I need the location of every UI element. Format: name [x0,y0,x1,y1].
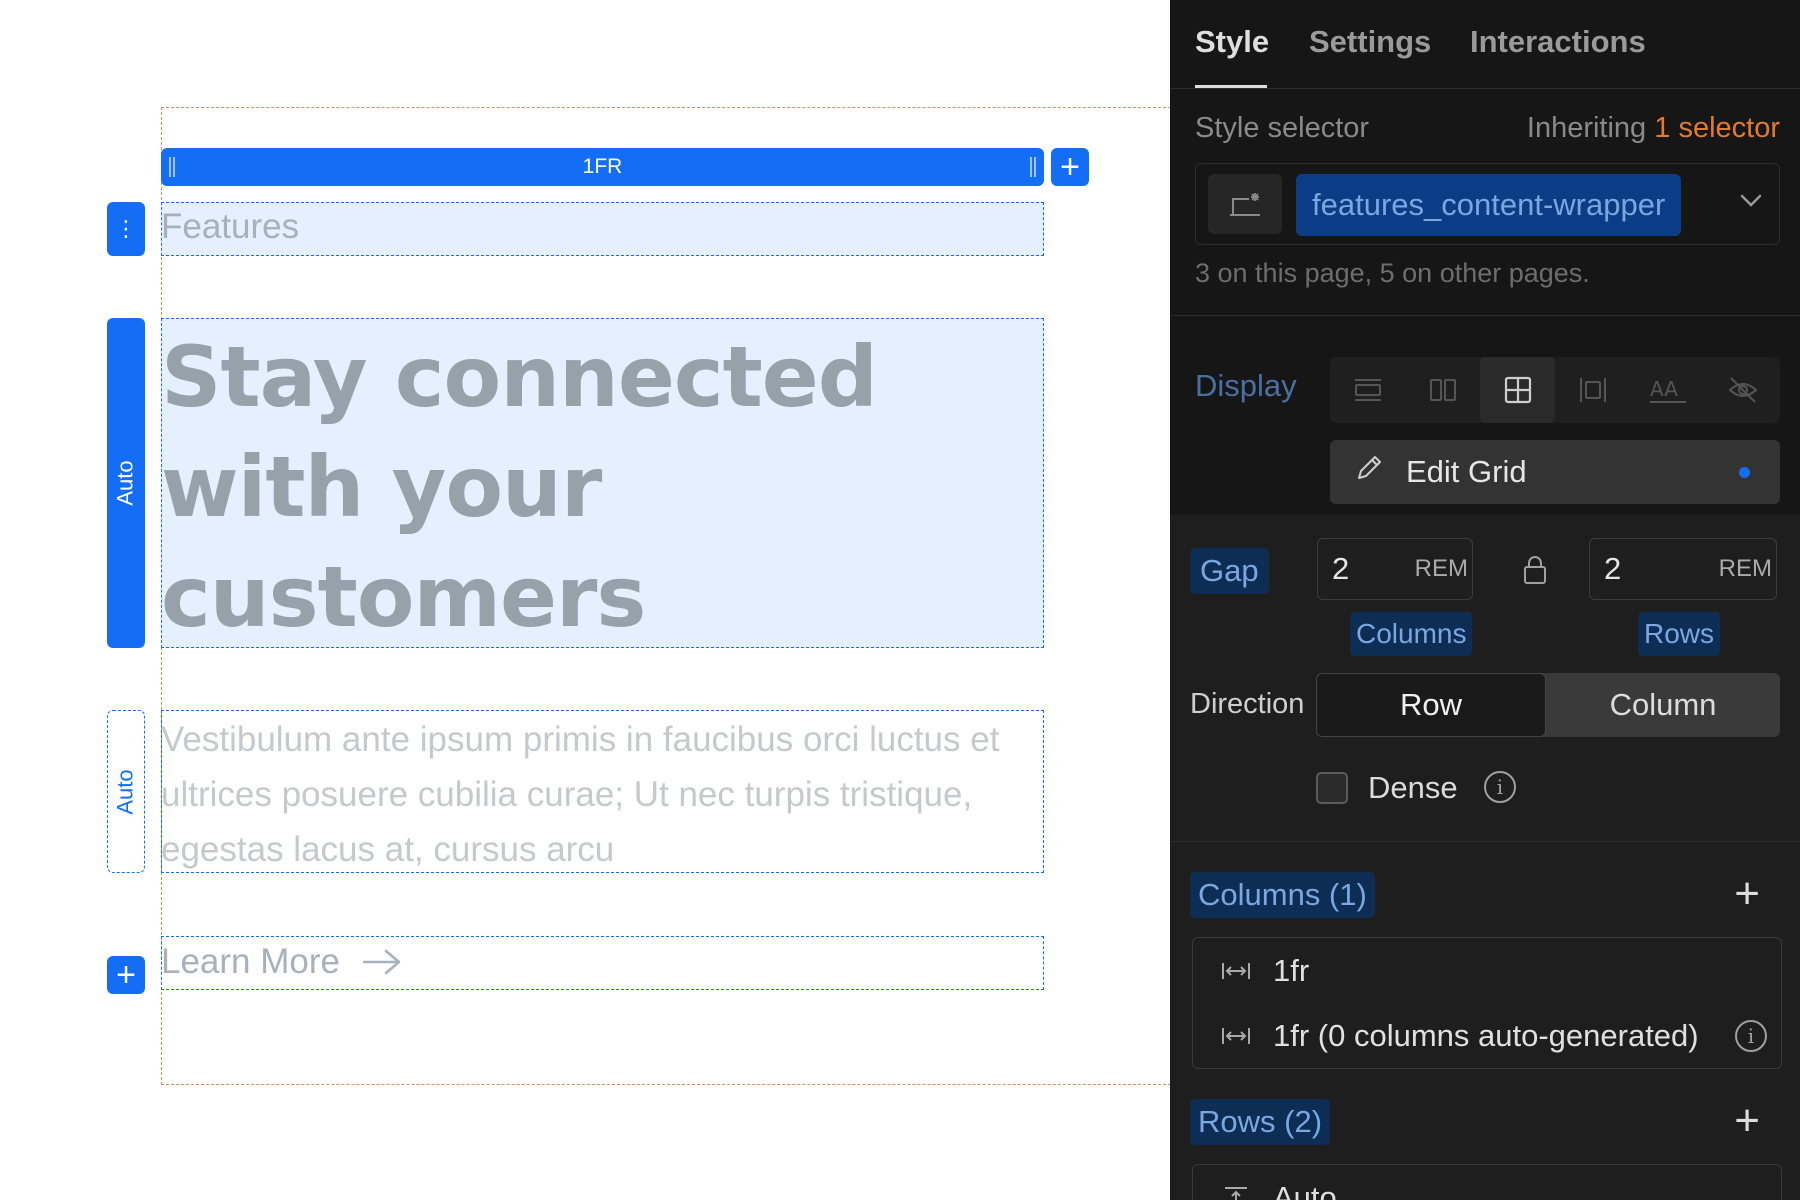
more-vertical-icon: ⋮ [115,216,137,241]
learn-more-link[interactable]: Learn More [161,942,402,982]
rows-list: Auto [1192,1164,1782,1200]
column-resize-handle-left[interactable] [169,157,175,177]
column-track-value: 1fr (0 columns auto-generated) [1273,1018,1699,1053]
learn-more-label: Learn More [161,942,340,981]
vertical-size-icon [1225,1187,1247,1200]
inheriting-info: Inheriting 1 selector [1527,112,1780,145]
direction-toggle: Row Column [1316,673,1780,737]
column-track-item[interactable]: 1fr (0 columns auto-generated) i [1193,1011,1781,1061]
class-chip[interactable]: features_content-wrapper [1296,174,1682,236]
style-panel: Style Settings Interactions Style select… [1170,0,1800,1200]
hero-heading: Stay connected with your customers [161,328,878,646]
gap-label: Gap [1190,548,1269,594]
display-inline-button[interactable]: AA [1630,357,1705,423]
column-track-value: 1fr [1273,953,1310,988]
selector-usage-note: 3 on this page, 5 on other pages. [1195,258,1590,288]
column-track-label: 1FR [582,155,623,178]
tab-settings[interactable]: Settings [1309,24,1431,60]
plus-icon: + [1060,148,1080,186]
display-flex-icon [1429,379,1456,401]
horizontal-resize-icon [1222,963,1250,979]
display-inline-block-icon [1579,378,1606,402]
divider [1170,841,1800,842]
row-handle-1[interactable]: ⋮ [107,202,145,256]
chevron-down-icon[interactable] [1737,186,1765,219]
row-handle-3[interactable]: Auto [107,710,145,873]
add-row-button[interactable]: + [107,956,145,994]
column-resize-handle-right[interactable] [1030,157,1036,177]
selector-field[interactable]: features_content-wrapper [1195,163,1780,245]
display-label: Display [1195,368,1297,403]
row-size-label: Auto [113,460,139,506]
pencil-icon [1354,453,1384,491]
inheriting-prefix: Inheriting [1526,112,1647,144]
row-handle-2[interactable]: Auto [107,318,145,648]
dense-label: Dense [1368,770,1458,805]
row-size-label: Auto [113,768,139,815]
edit-grid-label: Edit Grid [1406,454,1527,489]
column-track-item[interactable]: 1fr [1193,946,1781,996]
columns-header: Columns (1) [1190,872,1375,918]
svg-text:AA: AA [1650,377,1678,401]
display-inline-block-button[interactable] [1555,357,1630,423]
display-inline-icon: AA [1649,377,1686,403]
info-icon[interactable]: i [1735,1020,1767,1052]
eye-off-icon [1728,377,1757,403]
gap-rows-field[interactable]: 2 REM [1589,538,1777,600]
direction-row-button[interactable]: Row [1316,673,1546,737]
dense-checkbox[interactable] [1316,772,1348,804]
divider [1170,88,1800,89]
row-track-item[interactable]: Auto [1193,1173,1781,1200]
gap-rows-unit[interactable]: REM [1719,555,1772,583]
display-block-button[interactable] [1330,357,1405,423]
style-selector-label: Style selector [1195,112,1370,144]
add-row-track-button[interactable]: + [1734,1099,1760,1143]
lock-icon[interactable] [1522,554,1548,591]
tab-interactions[interactable]: Interactions [1470,24,1646,60]
column-track-bar[interactable]: 1FR [161,148,1044,186]
display-grid-icon [1504,376,1531,404]
tab-style[interactable]: Style [1195,24,1269,60]
rows-header: Rows (2) [1190,1099,1331,1145]
columns-list: 1fr 1fr (0 columns auto-generated) i [1192,937,1782,1069]
display-grid-button[interactable] [1480,357,1555,423]
display-options: AA [1330,357,1780,423]
gap-columns-unit[interactable]: REM [1415,555,1468,583]
display-block-icon [1354,379,1381,401]
designer-canvas: 1FR + ⋮ Auto Auto + Features Stay connec… [0,0,1170,1200]
add-column-button[interactable]: + [1051,148,1089,186]
gap-columns-label: Columns [1350,612,1473,656]
row-track-value: Auto [1273,1180,1337,1200]
display-flex-button[interactable] [1405,357,1480,423]
gap-rows-label: Rows [1638,612,1721,656]
gap-columns-field[interactable]: 2 REM [1317,538,1473,600]
edit-grid-button[interactable]: Edit Grid [1330,440,1780,504]
hero-paragraph: Vestibulum ante ipsum primis in faucibus… [161,720,1000,869]
inheriting-count-link[interactable]: 1 selector [1654,112,1780,144]
direction-column-button[interactable]: Column [1546,673,1780,737]
horizontal-resize-icon [1222,1028,1250,1044]
divider [1170,315,1800,316]
element-state-icon[interactable] [1208,174,1282,234]
display-none-button[interactable] [1705,357,1780,423]
direction-label: Direction [1190,688,1305,720]
gap-rows-value[interactable]: 2 [1604,551,1621,587]
plus-icon: + [116,956,136,994]
features-eyebrow: Features [161,207,300,246]
add-column-track-button[interactable]: + [1734,872,1760,916]
arrow-right-icon [362,948,402,976]
info-icon[interactable]: i [1484,771,1516,803]
gap-columns-value[interactable]: 2 [1332,551,1349,587]
modified-indicator-dot [1739,467,1750,478]
